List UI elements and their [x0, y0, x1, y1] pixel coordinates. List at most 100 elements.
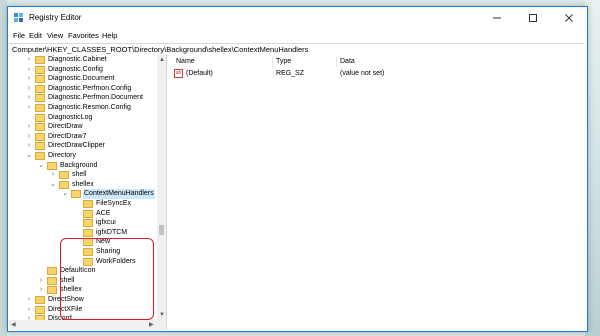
close-icon [565, 14, 573, 22]
tree-pane[interactable]: › Diagnostic.Cabinet › Diagnostic.Config › Di… [9, 55, 167, 330]
tree-expander-icon[interactable] [73, 247, 81, 257]
tree-item-label: Diagnostic.Cabinet [48, 56, 107, 63]
tree-item[interactable]: › Diagnostic.Perfmon.Document [9, 93, 157, 103]
tree-expander-icon[interactable] [73, 257, 81, 267]
menu-bar: File Edit View Favorites Help [8, 29, 587, 43]
tree-item[interactable]: igfxcui [9, 218, 157, 228]
column-header-name[interactable]: Name [176, 57, 195, 67]
tree-item[interactable]: ⌄ Directory [9, 151, 157, 161]
tree-item[interactable]: igfxDTCM [9, 228, 157, 238]
tree-item[interactable]: › Diagnostic.Config [9, 65, 157, 75]
tree-item[interactable]: ⌄ ContextMenuHandlers [9, 189, 157, 200]
menu-favorites[interactable]: Favorites [68, 31, 99, 41]
scroll-up-arrow-icon[interactable]: ▲ [159, 56, 165, 64]
tree-expander-icon[interactable]: › [25, 103, 33, 113]
tree-expander-icon[interactable]: › [37, 285, 45, 295]
tree-item[interactable]: Sharing [9, 247, 157, 257]
tree-scroll-thumb[interactable] [159, 225, 164, 235]
tree-item[interactable]: › shell [9, 170, 157, 180]
tree-expander-icon[interactable]: › [25, 55, 33, 65]
tree-expander-icon[interactable] [73, 209, 81, 219]
tree-expander-icon[interactable]: ⌄ [49, 180, 57, 190]
column-header-data[interactable]: Data [340, 57, 355, 67]
tree-item-label: shell [72, 171, 87, 179]
tree-item[interactable]: ACE [9, 209, 157, 219]
minimize-button[interactable] [479, 7, 515, 29]
tree-item[interactable]: › DirectShow [9, 295, 157, 305]
tree-item[interactable]: ⌄ Background [9, 161, 157, 171]
folder-icon [35, 132, 45, 141]
tree-item[interactable]: DefaultIcon [9, 266, 157, 276]
column-divider[interactable] [336, 57, 337, 67]
title-bar[interactable]: Registry Editor [8, 7, 587, 29]
tree-expander-icon[interactable] [73, 237, 81, 247]
tree-expander-icon[interactable]: › [49, 170, 57, 180]
tree-item-label: ACE [96, 209, 111, 217]
tree-item-label: DirectDraw7 [48, 132, 87, 140]
tree-item[interactable]: › Diagnostic.Resmon.Config [9, 103, 157, 113]
tree-expander-icon[interactable]: › [25, 122, 33, 132]
tree-expander-icon[interactable]: › [25, 84, 33, 94]
tree-item[interactable]: › DirectXFile [9, 305, 157, 315]
tree-item[interactable]: WorkFolders [9, 257, 157, 267]
tree-expander-icon[interactable]: ⌄ [37, 161, 45, 171]
folder-icon [83, 228, 93, 237]
tree-item[interactable]: › shellex [9, 285, 157, 295]
tree-expander-icon[interactable]: › [25, 141, 33, 151]
column-divider[interactable] [272, 57, 273, 67]
folder-icon [35, 123, 45, 132]
tree-item[interactable]: › Diagnostic.Perfmon.Config [9, 84, 157, 94]
menu-view[interactable]: View [47, 31, 63, 41]
close-button[interactable] [551, 7, 587, 29]
folder-icon [59, 180, 69, 189]
tree-item-label: Background [60, 161, 98, 169]
tree-expander-icon[interactable]: › [25, 132, 33, 142]
maximize-button[interactable] [515, 7, 551, 29]
tree-item-label: Diagnostic.Perfmon.Config [48, 84, 132, 92]
tree-item[interactable]: FileSyncEx [9, 199, 157, 209]
column-header-type[interactable]: Type [276, 57, 291, 67]
scroll-right-arrow-icon[interactable]: ▶ [149, 321, 154, 329]
tree-item[interactable]: › Diagnostic.Document [9, 74, 157, 84]
address-path[interactable]: Computer\HKEY_CLASSES_ROOT\Directory\Bac… [12, 45, 308, 55]
tree-expander-icon[interactable]: ⌄ [25, 151, 33, 161]
tree-item-label: DirectXFile [48, 305, 83, 313]
tree-item[interactable]: ⌄ shellex [9, 180, 157, 190]
tree-item[interactable]: › DirectDrawClipper [9, 141, 157, 151]
tree-expander-icon[interactable] [73, 218, 81, 228]
menu-help[interactable]: Help [102, 31, 117, 41]
tree-item[interactable]: DiagnosticLog [9, 113, 157, 123]
tree-item-label: Diagnostic.Resmon.Config [48, 104, 131, 111]
tree-item[interactable]: › DirectDraw7 [9, 132, 157, 142]
tree-expander-icon[interactable]: › [25, 65, 33, 75]
tree-expander-icon[interactable] [25, 113, 33, 123]
tree-expander-icon[interactable]: › [25, 93, 33, 103]
tree-vertical-scrollbar[interactable]: ▲ ▼ [157, 55, 166, 320]
scroll-left-arrow-icon[interactable]: ◀ [11, 321, 16, 329]
tree-item-label: shellex [60, 286, 82, 294]
scroll-down-arrow-icon[interactable]: ▼ [159, 311, 165, 319]
menu-edit[interactable]: Edit [29, 31, 42, 41]
tree-expander-icon[interactable]: › [25, 305, 33, 315]
tree-item[interactable]: › DirectDraw [9, 122, 157, 132]
tree-item[interactable]: › Diagnostic.Cabinet [9, 55, 157, 65]
value-row[interactable]: ab (Default) REG_SZ (value not set) [168, 69, 587, 79]
tree-expander-icon[interactable] [37, 266, 45, 276]
tree-expander-icon[interactable] [73, 199, 81, 209]
tree-expander-icon[interactable] [73, 228, 81, 238]
folder-icon [35, 113, 45, 122]
tree-expander-icon[interactable]: › [25, 74, 33, 84]
folder-icon [35, 65, 45, 74]
folder-icon [35, 56, 45, 64]
tree-item-label: shell [60, 276, 75, 284]
menu-file[interactable]: File [13, 31, 25, 41]
value-data: (value not set) [340, 70, 385, 77]
tree-item[interactable]: › shell [9, 276, 157, 286]
tree-expander-icon[interactable]: › [25, 295, 33, 305]
tree-expander-icon[interactable]: › [37, 276, 45, 286]
tree-horizontal-scrollbar[interactable]: ◀ ▶ [9, 320, 166, 330]
tree-expander-icon[interactable]: ⌄ [61, 189, 69, 199]
values-pane[interactable]: Name Type Data ab (Default) REG_SZ (valu… [168, 55, 587, 330]
tree-item[interactable]: New [9, 237, 157, 247]
tree-item-label: Sharing [96, 248, 121, 255]
